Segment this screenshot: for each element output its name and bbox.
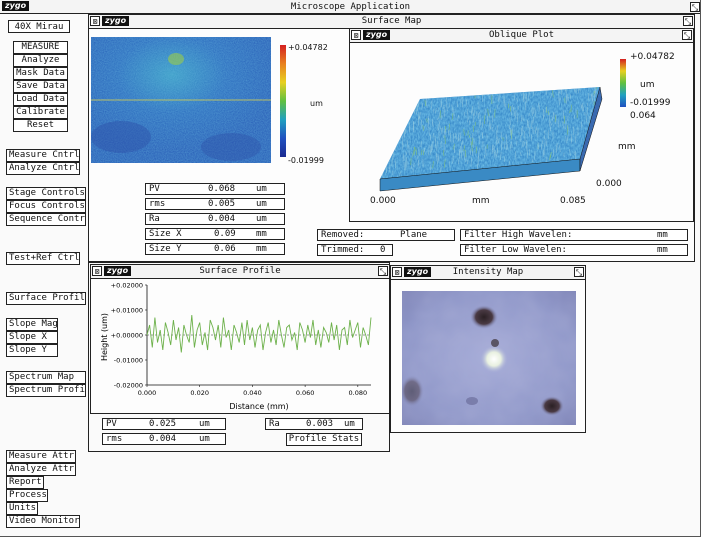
oblique-surface-plot[interactable] <box>370 79 620 204</box>
profile-stats-button[interactable]: Profile Stats <box>286 433 362 446</box>
x-axis-label: Distance (mm) <box>229 402 288 411</box>
x-tick-label: 0.080 <box>349 389 368 397</box>
oblique-plot-title: Oblique Plot <box>488 30 555 40</box>
oblique-y-min: 0.000 <box>596 179 622 189</box>
oblique-x-unit: mm <box>472 196 490 206</box>
y-tick-labels: +0.02000+0.01000+0.00000-0.01000-0.02000 <box>111 282 147 390</box>
oblique-spike <box>545 87 547 92</box>
scale-unit-label: um <box>310 99 323 108</box>
profile-series-line <box>146 314 372 353</box>
x-tick-label: 0.020 <box>190 389 209 397</box>
x-tick-label: 0.000 <box>138 389 157 397</box>
profile-pv-field: PV 0.025 um <box>102 418 226 430</box>
surface-profile-window: ⊠ zygo Surface Profile ⤡ +0.02000 +0.0100… <box>90 264 390 414</box>
measure-button[interactable]: MEASURE <box>13 41 68 54</box>
oblique-spike <box>542 87 544 92</box>
oblique-spike <box>428 91 430 99</box>
oblique-y-unit: mm <box>618 142 636 152</box>
surface-profile-titlebar: ⊠ zygo Surface Profile ⤡ <box>91 265 389 279</box>
oblique-scale-min: -0.01999 <box>630 98 671 108</box>
y-axis-label: Height (um) <box>100 313 109 361</box>
y-tick-label: +0.02000 <box>111 282 143 290</box>
size-x-field: Size X 0.09 mm <box>145 228 285 240</box>
analyze-cntrl-button[interactable]: Analyze Cntrl <box>6 162 80 175</box>
y-tick-label: +0.01000 <box>111 307 143 315</box>
test-ref-ctrl-button[interactable]: Test+Ref Ctrl <box>6 252 80 265</box>
resize-icon[interactable]: ⤡ <box>378 266 388 276</box>
filter-low-field[interactable]: Filter Low Wavelen: mm <box>460 244 688 256</box>
resize-icon[interactable]: ⤡ <box>574 267 584 277</box>
surface-map-heat <box>91 37 271 163</box>
surface-profile-chart[interactable]: +0.02000+0.01000+0.00000-0.01000-0.02000… <box>91 279 389 413</box>
slope-x-button[interactable]: Slope X <box>6 331 58 344</box>
oblique-x-min: 0.000 <box>370 196 396 206</box>
filter-high-field[interactable]: Filter High Wavelen: mm <box>460 229 688 241</box>
surface-profile-title: Surface Profile <box>199 266 281 276</box>
scale-max-label: +0.04782 <box>288 43 328 52</box>
oblique-x-max: 0.085 <box>560 196 586 206</box>
oblique-spike <box>571 87 573 90</box>
slope-mag-button[interactable]: Slope Mag <box>6 318 58 331</box>
oblique-plot-titlebar: ⊠ zygo Oblique Plot ⤡ <box>350 29 693 43</box>
resize-icon[interactable]: ⤡ <box>682 30 692 40</box>
save-data-button[interactable]: Save Data <box>13 80 68 93</box>
y-tick-label: -0.01000 <box>114 357 143 365</box>
process-button[interactable]: Process <box>6 489 48 502</box>
oblique-plot-window: ⊠ zygo Oblique Plot ⤡ +0.04782 um -0.019… <box>349 28 694 222</box>
sequence-control-button[interactable]: Sequence Control <box>6 213 86 226</box>
surface-map-image[interactable] <box>91 37 271 163</box>
removed-field[interactable]: Removed: Plane <box>317 229 455 241</box>
oblique-scale-max: +0.04782 <box>630 52 675 62</box>
focus-controls-button[interactable]: Focus Controls <box>6 200 86 213</box>
units-button[interactable]: Units <box>6 502 38 515</box>
intensity-map-title: Intensity Map <box>452 267 524 277</box>
size-y-field: Size Y 0.06 mm <box>145 243 285 255</box>
surface-profile-button[interactable]: Surface Profile <box>6 292 86 305</box>
surface-map-colorbar <box>280 45 286 157</box>
measure-attr-button[interactable]: Measure Attr <box>6 450 76 463</box>
spectrum-map-button[interactable]: Spectrum Map <box>6 371 86 384</box>
intensity-map-titlebar: ⊠ zygo Intensity Map ⤡ <box>391 266 585 280</box>
app-titlebar: zygo Microscope Application ⤡ <box>0 0 701 14</box>
app-title: Microscope Application <box>290 2 411 12</box>
analyze-button[interactable]: Analyze <box>13 54 68 67</box>
intensity-map-image[interactable] <box>402 291 576 425</box>
ra-field: Ra 0.004 um <box>145 213 285 225</box>
calibrate-button[interactable]: Calibrate <box>13 106 68 119</box>
oblique-spike <box>560 87 562 91</box>
x-tick-labels: 0.000 0.020 0.040 0.060 0.080 <box>138 385 367 397</box>
oblique-y-max: 0.064 <box>630 111 656 121</box>
trimmed-field[interactable]: Trimmed: 0 <box>317 244 393 256</box>
objective-label: 40X Mirau <box>8 20 70 33</box>
oblique-spike <box>480 89 483 96</box>
video-monitor-button[interactable]: Video Monitor <box>6 515 80 528</box>
report-button[interactable]: Report <box>6 476 44 489</box>
resize-icon[interactable]: ⤡ <box>690 2 700 12</box>
surface-map-titlebar: ⊠ zygo Surface Map ⤡ <box>89 15 694 29</box>
stage-controls-button[interactable]: Stage Controls <box>6 187 86 200</box>
x-tick-label: 0.060 <box>296 389 315 397</box>
y-tick-label: +0.00000 <box>111 332 143 340</box>
measure-cntrl-button[interactable]: Measure Cntrl <box>6 149 80 162</box>
oblique-colorbar <box>620 59 626 107</box>
x-tick-label: 0.040 <box>243 389 262 397</box>
profile-ra-field: Ra 0.003 um <box>265 418 363 430</box>
intensity-map-window: ⊠ zygo Intensity Map ⤡ <box>390 265 586 433</box>
rms-field: rms 0.005 um <box>145 198 285 210</box>
scale-min-label: -0.01999 <box>288 156 324 165</box>
profile-rms-field: rms 0.004 um <box>102 433 226 445</box>
reset-button[interactable]: Reset <box>13 119 68 132</box>
pv-field: PV 0.068 um <box>145 183 285 195</box>
analyze-attr-button[interactable]: Analyze Attr <box>6 463 76 476</box>
load-data-button[interactable]: Load Data <box>13 93 68 106</box>
oblique-scale-unit: um <box>640 80 655 90</box>
resize-icon[interactable]: ⤡ <box>683 16 693 26</box>
mask-data-button[interactable]: Mask Data <box>13 67 68 80</box>
slope-y-button[interactable]: Slope Y <box>6 344 58 357</box>
spectrum-profile-button[interactable]: Spectrum Profile <box>6 384 86 397</box>
surface-map-title: Surface Map <box>361 16 422 26</box>
oblique-spike <box>557 87 559 91</box>
